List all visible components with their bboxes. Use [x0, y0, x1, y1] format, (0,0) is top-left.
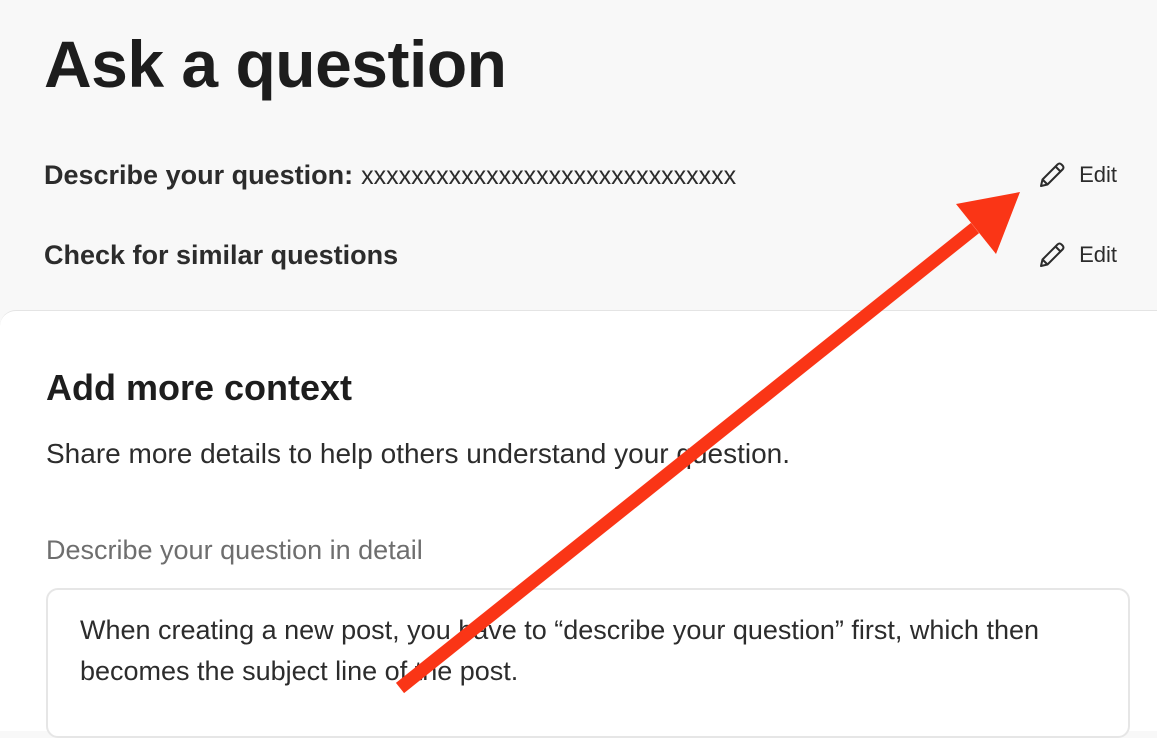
step-similar-label: Check for similar questions: [44, 240, 399, 270]
step-describe-text: Describe your question: xxxxxxxxxxxxxxxxx…: [44, 155, 736, 196]
edit-similar-questions-button[interactable]: Edit: [1037, 240, 1117, 270]
add-context-card: Add more context Share more details to h…: [0, 310, 1157, 738]
section-title: Add more context: [46, 367, 353, 408]
question-summary-value: xxxxxxxxxxxxxxxxxxxxxxxxxxxxxx: [361, 161, 737, 190]
question-detail-textarea[interactable]: When creating a new post, you have to “d…: [46, 588, 1130, 738]
step-describe-label: Describe your question:: [44, 159, 354, 190]
step-describe-question: Describe your question: xxxxxxxxxxxxxxxxx…: [44, 155, 1117, 195]
pencil-icon: [1040, 242, 1065, 267]
step-similar-text: Check for similar questions: [44, 235, 398, 275]
section-subtitle: Share more details to help others unders…: [46, 438, 791, 469]
edit-label: Edit: [1079, 162, 1117, 187]
edit-label: Edit: [1079, 242, 1117, 267]
step-similar-questions: Check for similar questions Edit: [44, 235, 1117, 275]
edit-describe-question-button[interactable]: Edit: [1037, 160, 1117, 190]
page-title: Ask a question: [44, 27, 507, 101]
detail-field-label: Describe your question in detail: [46, 535, 423, 565]
pencil-icon: [1040, 162, 1065, 187]
